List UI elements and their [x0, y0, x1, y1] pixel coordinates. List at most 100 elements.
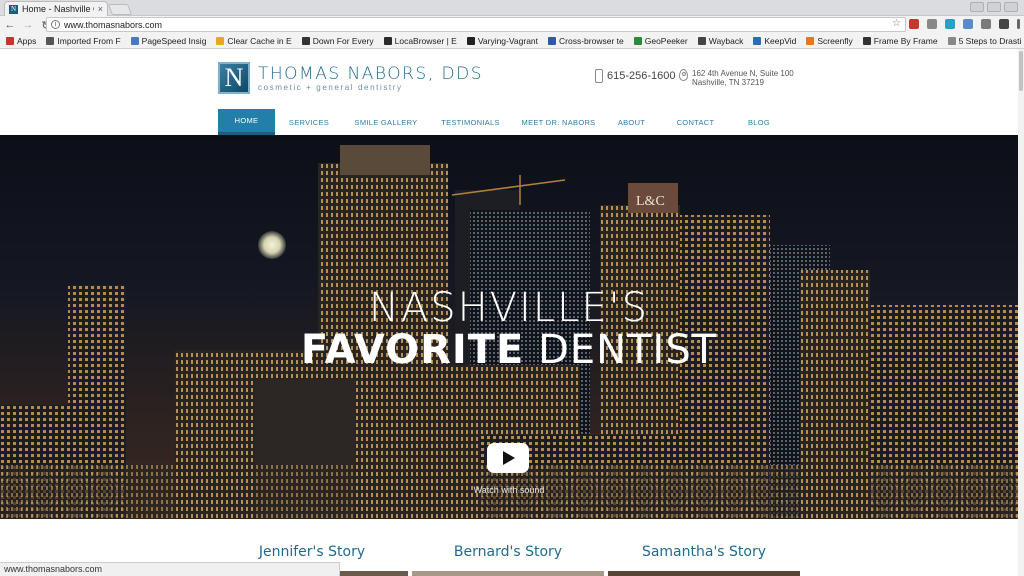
extension-icon[interactable]: [945, 19, 955, 29]
address-contact[interactable]: 162 4th Avenue N, Suite 100 Nashville, T…: [679, 69, 794, 87]
bookmark-label: Varying-Vagrant: [477, 36, 539, 46]
bookmark-label: Cross-browser te: [559, 36, 624, 46]
hero-headline-line2: FAVORITE DENTIST: [0, 327, 1018, 373]
story-title-samantha[interactable]: Samantha's Story: [604, 544, 804, 560]
bookmark-icon: [301, 37, 310, 45]
extension-icon[interactable]: [963, 19, 973, 29]
bookmark-icon: [46, 37, 55, 45]
site-tagline: cosmetic + general dentistry: [258, 83, 403, 92]
nav-item-contact[interactable]: CONTACT: [658, 109, 733, 135]
nav-item-blog[interactable]: BLOG: [733, 109, 785, 135]
minimize-button[interactable]: [970, 2, 984, 12]
scrollbar-thumb[interactable]: [1019, 51, 1023, 91]
page-viewport: N THOMAS NABORS, DDS cosmetic + general …: [0, 49, 1018, 576]
browser-tab[interactable]: N Home - Nashville C ×: [4, 1, 108, 16]
bookmark-item[interactable]: Imported From F: [46, 36, 121, 46]
tab-title: Home - Nashville C: [22, 4, 94, 14]
bookmark-label: 5 Steps to Drasti: [958, 36, 1022, 46]
bookmark-item[interactable]: LocaBrowser | E: [383, 36, 457, 46]
bookmark-item[interactable]: Apps: [6, 36, 36, 46]
bookmark-label: Imported From F: [57, 36, 121, 46]
hero-headline-line1: NASHVILLE'S: [368, 285, 650, 331]
hero-headline-rest: DENTIST: [524, 327, 718, 373]
bookmark-icon: [697, 37, 706, 45]
status-bar: www.thomasnabors.com: [0, 562, 340, 576]
bookmark-icon: [862, 37, 871, 45]
site-favicon-icon: N: [9, 4, 18, 14]
bookmark-label: GeoPeeker: [644, 36, 688, 46]
bookmarks-bar: Apps Imported From F PageSpeed Insig Clear …: [0, 34, 1024, 49]
story-thumbnail[interactable]: [412, 571, 604, 576]
bookmark-label: KeepVid: [764, 36, 797, 46]
play-video-button[interactable]: [487, 443, 529, 473]
bookmark-item[interactable]: GeoPeeker: [633, 36, 688, 46]
nav-item-smile-gallery[interactable]: SMILE GALLERY: [343, 109, 429, 135]
nav-item-meet-dr-nabors[interactable]: MEET DR. NABORS: [512, 109, 605, 135]
new-tab-button[interactable]: [107, 4, 133, 15]
nav-item-testimonials[interactable]: TESTIMONIALS: [429, 109, 512, 135]
bookmark-icon: [548, 37, 557, 45]
site-header: N THOMAS NABORS, DDS cosmetic + general …: [0, 49, 1018, 135]
bookmark-icon: [130, 37, 139, 45]
bookmark-item[interactable]: Varying-Vagrant: [466, 36, 539, 46]
extension-icon[interactable]: [909, 19, 919, 29]
extension-icon[interactable]: [981, 19, 991, 29]
bookmark-label: Screenfly: [817, 36, 853, 46]
extensions-area: [909, 19, 1020, 29]
story-title-bernard[interactable]: Bernard's Story: [408, 544, 608, 560]
back-icon[interactable]: ←: [4, 19, 16, 31]
info-icon[interactable]: i: [51, 20, 60, 29]
nav-item-about[interactable]: ABOUT: [605, 109, 658, 135]
bookmark-label: LocaBrowser | E: [394, 36, 457, 46]
nav-item-services[interactable]: SERVICES: [275, 109, 343, 135]
maximize-button[interactable]: [987, 2, 1001, 12]
watch-with-sound-label: Watch with sound: [473, 485, 545, 495]
bookmark-item[interactable]: 5 Steps to Drasti: [947, 36, 1022, 46]
window-controls: [970, 2, 1018, 12]
logo-mark-icon: N: [218, 62, 250, 94]
tab-close-icon[interactable]: ×: [98, 4, 103, 14]
bookmark-item[interactable]: Frame By Frame: [862, 36, 938, 46]
bookmark-item[interactable]: Wayback: [697, 36, 744, 46]
bookmark-item[interactable]: Screenfly: [806, 36, 853, 46]
close-window-button[interactable]: [1004, 2, 1018, 12]
hero-headline-bold: FAVORITE: [300, 327, 525, 373]
nav-item-home[interactable]: HOME: [218, 109, 275, 135]
bookmark-star-icon[interactable]: ☆: [892, 18, 901, 29]
story-title-jennifer[interactable]: Jennifer's Story: [212, 544, 412, 560]
address-bar[interactable]: i www.thomasnabors.com ☆: [46, 17, 906, 32]
bookmark-item[interactable]: Clear Cache in E: [216, 36, 292, 46]
bookmark-label: PageSpeed Insig: [141, 36, 207, 46]
bookmark-label: Apps: [17, 36, 37, 46]
bookmark-item[interactable]: Cross-browser te: [548, 36, 624, 46]
story-thumbnail[interactable]: [608, 571, 800, 576]
bookmark-icon: [753, 37, 762, 45]
address-text: www.thomasnabors.com: [64, 19, 163, 30]
menu-icon[interactable]: [1017, 19, 1020, 29]
bookmark-icon: [6, 37, 14, 45]
main-navigation: HOME SERVICES SMILE GALLERY TESTIMONIALS MEE…: [218, 109, 785, 135]
bookmark-icon: [806, 37, 815, 45]
bookmark-item[interactable]: PageSpeed Insig: [130, 36, 207, 46]
bookmark-icon: [216, 37, 225, 45]
extension-icon[interactable]: [999, 19, 1009, 29]
site-logo[interactable]: N THOMAS NABORS, DDS cosmetic + general …: [218, 62, 483, 94]
forward-icon[interactable]: →: [22, 19, 34, 31]
browser-tab-strip: N Home - Nashville C ×: [0, 0, 1024, 16]
address-line1: 162 4th Avenue N, Suite 100: [692, 69, 794, 78]
building-sign: L&C: [636, 194, 665, 209]
bookmark-icon: [383, 37, 392, 45]
phone-contact[interactable]: 615-256-1600: [595, 69, 676, 83]
bookmark-label: Frame By Frame: [873, 36, 938, 46]
hero-banner: L&C NASHVILLE'S FAVORITE DENTIST Watch w…: [0, 135, 1018, 519]
address-line2: Nashville, TN 37219: [692, 78, 764, 87]
site-name: THOMAS NABORS, DDS: [258, 64, 483, 84]
bookmark-item[interactable]: Down For Every: [301, 36, 374, 46]
bookmark-item[interactable]: KeepVid: [753, 36, 796, 46]
bookmark-label: Wayback: [708, 36, 744, 46]
extension-icon[interactable]: [927, 19, 937, 29]
bookmark-label: Clear Cache in E: [227, 36, 292, 46]
page-scrollbar[interactable]: [1018, 49, 1024, 576]
story-thumbnail[interactable]: [340, 571, 408, 576]
bookmark-icon: [947, 37, 956, 45]
